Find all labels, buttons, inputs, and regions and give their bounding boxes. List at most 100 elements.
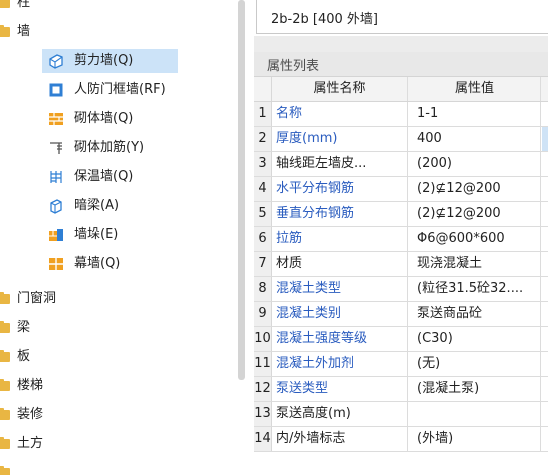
tree-category-beam[interactable]: 梁 [0, 316, 120, 340]
property-name: 轴线距左墙皮... [272, 152, 408, 176]
tree-item-civil-defense-door-wall[interactable]: 人防门框墙(RF) [42, 78, 178, 102]
tree-category-wall[interactable]: 墙 [0, 20, 120, 44]
tree-item-masonry-wall[interactable]: 砌体墙(Q) [42, 107, 178, 131]
row-number: 13 [254, 402, 272, 426]
tree-item-insulation-wall[interactable]: 保温墙(Q) [42, 165, 178, 189]
property-row[interactable]: 6 拉筋 Φ6@600*600 [254, 227, 548, 252]
column-header-value: 属性值 [409, 77, 541, 101]
folder-icon [0, 379, 10, 391]
property-extra-cell[interactable] [542, 202, 548, 226]
property-row[interactable]: 5 垂直分布钢筋 (2)⊈12@200 [254, 202, 548, 227]
hidden-beam-icon [50, 199, 62, 214]
property-extra-cell[interactable] [542, 402, 548, 426]
tree-category-stairs[interactable]: 楼梯 [0, 374, 120, 398]
folder-icon [0, 25, 10, 37]
row-number: 11 [254, 352, 272, 376]
row-number: 14 [254, 427, 272, 451]
property-name: 混凝土强度等级 [272, 327, 408, 351]
property-value[interactable]: 1-1 [409, 102, 541, 126]
property-name: 混凝土类别 [272, 302, 408, 326]
property-extra-cell[interactable] [542, 427, 548, 451]
property-extra-cell[interactable] [542, 127, 548, 151]
wall-list-box: 2b-2b [400 外墙] [256, 0, 548, 34]
property-value[interactable]: (2)⊈12@200 [409, 177, 541, 201]
property-extra-cell[interactable] [542, 102, 548, 126]
property-row[interactable]: 7 材质 现浇混凝土 [254, 252, 548, 277]
property-name: 厚度(mm) [272, 127, 408, 151]
tree-category-partial[interactable] [0, 461, 40, 475]
row-number: 3 [254, 152, 272, 176]
curtain-wall-icon [49, 258, 63, 270]
folder-icon [0, 466, 10, 475]
property-value[interactable]: (C30) [409, 327, 541, 351]
tree-category-earthwork[interactable]: 土方 [0, 432, 120, 456]
row-number: 7 [254, 252, 272, 276]
property-value[interactable]: (混凝土泵) [409, 377, 541, 401]
property-list-title: 属性列表 [267, 59, 320, 74]
property-value[interactable] [409, 402, 541, 426]
property-row[interactable]: 4 水平分布钢筋 (2)⊈12@200 [254, 177, 548, 202]
property-row[interactable]: 9 混凝土类别 泵送商品砼 [254, 302, 548, 327]
property-extra-cell[interactable] [542, 177, 548, 201]
property-row[interactable]: 8 混凝土类型 (粒径31.5砼32.... [254, 277, 548, 302]
property-value[interactable]: 400 [409, 127, 541, 151]
property-extra-cell[interactable] [542, 252, 548, 276]
property-row[interactable]: 10 混凝土强度等级 (C30) [254, 327, 548, 352]
property-value[interactable]: 泵送商品砼 [409, 302, 541, 326]
masonry-wall-icon [49, 113, 63, 125]
property-row[interactable]: 2 厚度(mm) 400 [254, 127, 548, 152]
property-value[interactable]: Φ6@600*600 [409, 227, 541, 251]
folder-icon [0, 321, 10, 333]
property-name: 泵送高度(m) [272, 402, 408, 426]
shear-wall-icon [49, 54, 63, 69]
property-value[interactable]: (2)⊈12@200 [409, 202, 541, 226]
property-extra-cell[interactable] [542, 377, 548, 401]
wall-list-item[interactable]: 2b-2b [400 外墙] [271, 8, 378, 27]
tree-category-slab[interactable]: 板 [0, 345, 120, 369]
property-name: 垂直分布钢筋 [272, 202, 408, 226]
property-value[interactable]: (外墙) [409, 427, 541, 451]
tree-item-wall-pier[interactable]: 墙垛(E) [42, 223, 178, 247]
property-value[interactable]: (无) [409, 352, 541, 376]
tree-category-column[interactable]: 柱 [0, 0, 120, 15]
property-row[interactable]: 3 轴线距左墙皮... (200) [254, 152, 548, 177]
property-extra-cell[interactable] [542, 277, 548, 301]
tree-item-curtain-wall[interactable]: 幕墙(Q) [42, 252, 178, 276]
property-name: 水平分布钢筋 [272, 177, 408, 201]
property-value[interactable]: (200) [409, 152, 541, 176]
tree-category-door-window-opening[interactable]: 门窗洞 [0, 287, 120, 311]
property-value[interactable]: (粒径31.5砼32.... [409, 277, 541, 301]
row-number: 8 [254, 277, 272, 301]
wall-pier-icon [49, 229, 63, 241]
row-number-header [254, 77, 272, 101]
folder-icon [0, 0, 10, 8]
property-name: 内/外墙标志 [272, 427, 408, 451]
tree-scrollbar[interactable] [238, 0, 245, 380]
row-number: 2 [254, 127, 272, 151]
row-number: 10 [254, 327, 272, 351]
property-extra-cell[interactable] [542, 352, 548, 376]
property-row[interactable]: 1 名称 1-1 [254, 102, 548, 127]
civil-defense-door-wall-icon [49, 83, 63, 97]
right-panel: 2b-2b [400 外墙] 属性列表 属性名称 属性值 1 名称 1-1 2 厚度(m… [254, 0, 548, 475]
property-row[interactable]: 14 内/外墙标志 (外墙) [254, 427, 548, 452]
property-value[interactable]: 现浇混凝土 [409, 252, 541, 276]
tree-item-shear-wall[interactable]: 剪力墙(Q) [42, 49, 178, 73]
property-extra-cell[interactable] [542, 227, 548, 251]
tree-category-decoration[interactable]: 装修 [0, 403, 120, 427]
property-name: 材质 [272, 252, 408, 276]
tree-item-hidden-beam[interactable]: 暗梁(A) [42, 194, 178, 218]
folder-icon [0, 408, 10, 420]
property-row[interactable]: 13 泵送高度(m) [254, 402, 548, 427]
tree-item-masonry-reinforcement[interactable]: 砌体加筋(Y) [42, 136, 178, 160]
row-number: 12 [254, 377, 272, 401]
property-extra-cell[interactable] [542, 302, 548, 326]
property-extra-cell[interactable] [542, 327, 548, 351]
property-row[interactable]: 11 混凝土外加剂 (无) [254, 352, 548, 377]
property-name: 名称 [272, 102, 408, 126]
property-extra-cell[interactable] [542, 152, 548, 176]
panel-separator[interactable] [254, 36, 548, 52]
property-name: 混凝土外加剂 [272, 352, 408, 376]
property-row[interactable]: 12 泵送类型 (混凝土泵) [254, 377, 548, 402]
row-number: 4 [254, 177, 272, 201]
